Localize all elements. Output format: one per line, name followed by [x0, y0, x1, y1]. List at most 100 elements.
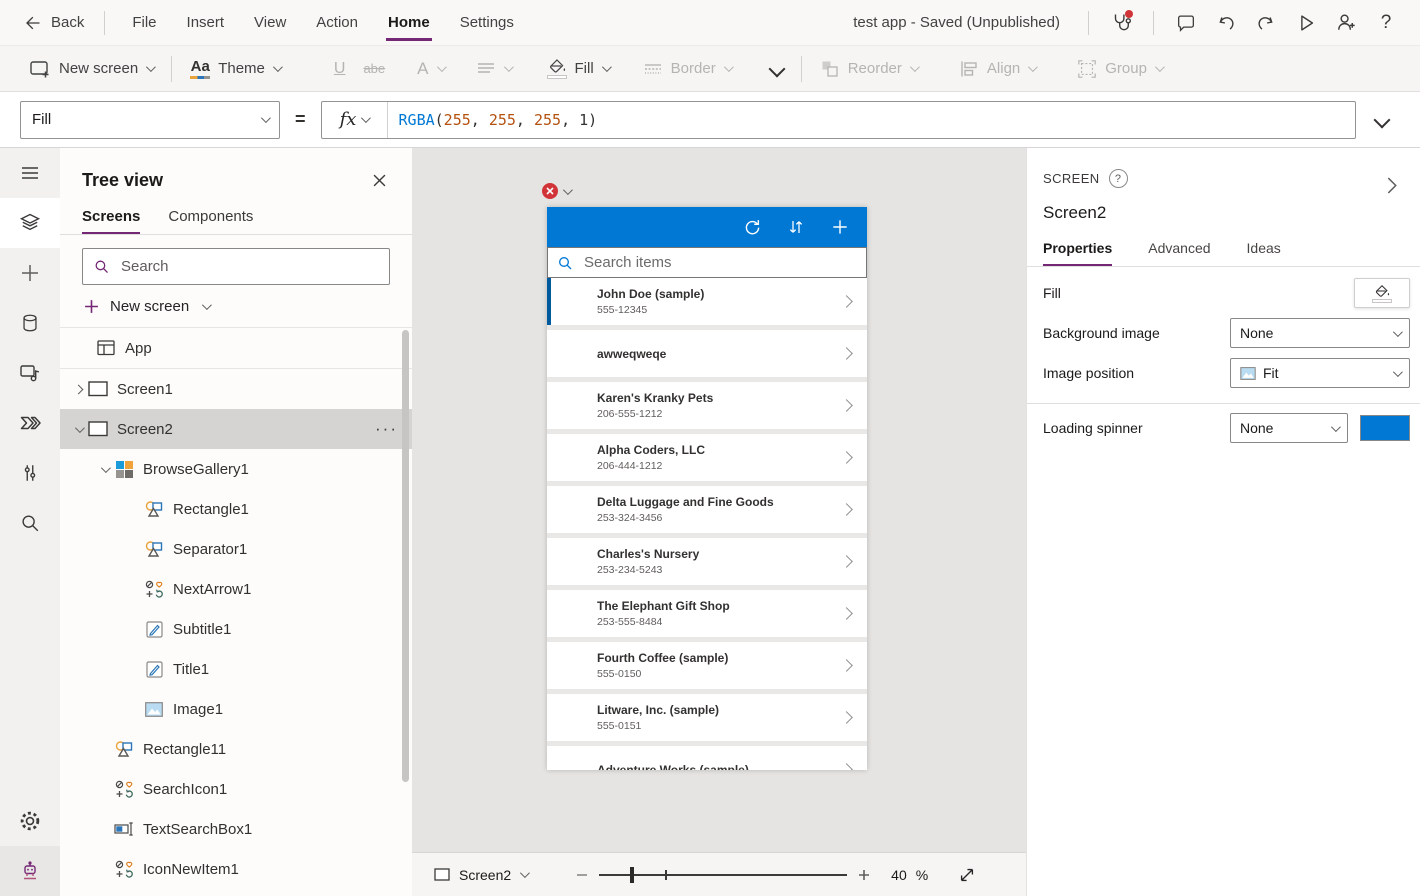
back-button[interactable]: Back [14, 13, 92, 33]
hamburger-menu-button[interactable] [0, 148, 60, 198]
chevron-right-icon[interactable] [840, 607, 853, 620]
canvas-area[interactable]: John Doe (sample) 555-12345 awweqweqe [412, 148, 1026, 852]
gallery-item[interactable]: Charles's Nursery 253-234-5243 [547, 538, 867, 585]
chevron-right-icon[interactable] [840, 295, 853, 308]
fx-selector[interactable]: fx [322, 102, 388, 138]
gallery-item[interactable]: John Doe (sample) 555-12345 [547, 278, 867, 325]
tab-screens[interactable]: Screens [82, 208, 140, 234]
text-align-button[interactable] [467, 50, 520, 88]
insert-rail-button[interactable] [0, 248, 60, 298]
media-rail-button[interactable] [0, 348, 60, 398]
tree-item-title1[interactable]: Title1 [60, 649, 412, 689]
image-position-select[interactable]: Fit [1230, 358, 1410, 388]
fill-button[interactable]: Fill [538, 50, 618, 88]
help-circle-icon[interactable]: ? [1109, 169, 1128, 188]
tree-item-subtitle1[interactable]: Subtitle1 [60, 609, 412, 649]
loading-spinner-color-swatch[interactable] [1360, 415, 1410, 441]
advanced-tools-rail-button[interactable] [0, 448, 60, 498]
tree-item-screen2[interactable]: Screen2 ··· [60, 409, 412, 449]
gallery-item[interactable]: Litware, Inc. (sample) 555-0151 [547, 694, 867, 741]
tree-item-screen1[interactable]: Screen1 [60, 369, 412, 409]
formula-input[interactable]: RGBA ( 255 , 255 , 255 , 1 ) [388, 102, 609, 138]
underline-button[interactable]: U [325, 50, 355, 88]
gallery-item[interactable]: Karen's Kranky Pets 206-555-1212 [547, 382, 867, 429]
tree-search-input[interactable] [119, 257, 379, 276]
gallery-item[interactable]: Fourth Coffee (sample) 555-0150 [547, 642, 867, 689]
menu-file[interactable]: File [117, 0, 171, 46]
zoom-slider-thumb[interactable] [630, 867, 634, 883]
tab-ideas[interactable]: Ideas [1247, 240, 1281, 266]
new-screen-button[interactable]: New screen [20, 50, 162, 88]
share-button[interactable] [1326, 3, 1366, 43]
error-badge[interactable] [542, 183, 570, 199]
fill-color-button[interactable] [1354, 278, 1410, 308]
formula-bar-expand-button[interactable] [1364, 114, 1400, 126]
tree-item-searchicon1[interactable]: SearchIcon1 [60, 769, 412, 809]
border-button[interactable]: Border [634, 50, 740, 88]
gallery-item[interactable]: Delta Luggage and Fine Goods 253-324-345… [547, 486, 867, 533]
add-item-icon[interactable] [830, 217, 850, 237]
gallery-item[interactable]: awweqweqe [547, 330, 867, 377]
virtual-agent-rail-button[interactable] [0, 846, 60, 896]
gallery-search-input[interactable] [582, 253, 857, 272]
chevron-right-icon[interactable] [840, 659, 853, 672]
menu-view[interactable]: View [239, 0, 301, 46]
preview-button[interactable] [1286, 3, 1326, 43]
redo-button[interactable] [1246, 3, 1286, 43]
chevron-right-icon[interactable] [840, 711, 853, 724]
item-options-ellipsis[interactable]: ··· [375, 424, 398, 434]
menu-insert[interactable]: Insert [172, 0, 240, 46]
loading-spinner-select[interactable]: None [1230, 413, 1348, 443]
fullscreen-button[interactable] [958, 866, 976, 884]
comments-button[interactable] [1166, 3, 1206, 43]
chevron-right-icon[interactable] [840, 399, 853, 412]
chevron-right-icon[interactable] [840, 555, 853, 568]
tab-advanced[interactable]: Advanced [1148, 240, 1210, 266]
tree-search-box[interactable] [82, 248, 390, 285]
tree-item-image1[interactable]: Image1 [60, 689, 412, 729]
refresh-icon[interactable] [742, 217, 762, 237]
menu-action[interactable]: Action [301, 0, 373, 46]
align-button[interactable]: Align [950, 50, 1044, 88]
theme-button[interactable]: Aa Theme [181, 50, 289, 88]
chevron-right-icon[interactable] [840, 503, 853, 516]
tree-item-rectangle1[interactable]: Rectangle1 [60, 489, 412, 529]
undo-button[interactable] [1206, 3, 1246, 43]
app-checker-button[interactable] [1101, 3, 1141, 43]
gallery-item[interactable]: Alpha Coders, LLC 206-444-1212 [547, 434, 867, 481]
tab-properties[interactable]: Properties [1043, 240, 1112, 266]
help-button[interactable]: ? [1366, 3, 1406, 43]
chevron-down-icon[interactable] [70, 426, 86, 433]
zoom-in-button[interactable] [857, 868, 871, 882]
search-rail-button[interactable] [0, 498, 60, 548]
chevron-right-icon[interactable] [70, 386, 86, 393]
strikethrough-button[interactable]: abe [354, 50, 394, 88]
reorder-button[interactable]: Reorder [811, 50, 926, 88]
chevron-right-icon[interactable] [840, 763, 853, 770]
tree-scrollbar[interactable] [402, 330, 409, 782]
more-commands-button[interactable] [762, 50, 792, 88]
tree-view-rail-button[interactable] [0, 198, 60, 248]
settings-rail-button[interactable] [0, 796, 60, 846]
zoom-out-button[interactable] [575, 868, 589, 882]
sort-icon[interactable] [787, 218, 805, 236]
menu-settings[interactable]: Settings [445, 0, 529, 46]
tree-item-browsegallery1[interactable]: BrowseGallery1 [60, 449, 412, 489]
screen-selector[interactable]: Screen2 [434, 867, 527, 883]
tree-item-nextarrow1[interactable]: NextArrow1 [60, 569, 412, 609]
group-button[interactable]: Group [1068, 50, 1171, 88]
font-color-button[interactable]: A [408, 50, 452, 88]
tree-view-close-button[interactable] [364, 165, 394, 195]
tree-item-separator1[interactable]: Separator1 [60, 529, 412, 569]
chevron-right-icon[interactable] [840, 347, 853, 360]
tree-item-textsearchbox1[interactable]: TextSearchBox1 [60, 809, 412, 849]
data-rail-button[interactable] [0, 298, 60, 348]
gallery-item[interactable]: Adventure Works (sample) [547, 746, 867, 770]
background-image-select[interactable]: None [1230, 318, 1410, 348]
tab-components[interactable]: Components [168, 208, 253, 234]
gallery-item[interactable]: The Elephant Gift Shop 253-555-8484 [547, 590, 867, 637]
panel-collapse-button[interactable] [1378, 172, 1404, 198]
tree-item-rectangle11[interactable]: Rectangle11 [60, 729, 412, 769]
tree-item-iconnewitem1[interactable]: IconNewItem1 [60, 849, 412, 889]
power-automate-rail-button[interactable] [0, 398, 60, 448]
